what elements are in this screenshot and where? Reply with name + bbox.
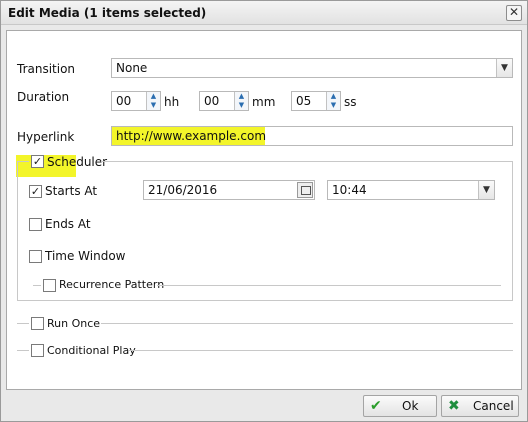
close-icon: ✕ — [508, 5, 520, 19]
start-time-select[interactable]: 10:44 ▼ — [327, 180, 495, 200]
recurrence-pattern-label: Recurrence Pattern — [59, 278, 165, 291]
scheduler-frame-left — [17, 161, 18, 301]
hyperlink-input[interactable]: http://www.example.com — [111, 126, 513, 146]
cancel-label: Cancel — [473, 399, 514, 413]
seconds-unit: ss — [344, 95, 357, 109]
start-date-value: 21/06/2016 — [148, 183, 218, 197]
title-bar[interactable]: Edit Media (1 items selected) ✕ — [1, 1, 527, 25]
scheduler-frame-bottom — [17, 300, 513, 301]
run-once-checkbox[interactable] — [31, 317, 44, 330]
transition-value: None — [116, 61, 148, 75]
ok-label: Ok — [402, 399, 419, 413]
scheduler-frame-top-right — [101, 161, 513, 162]
duration-minutes-spinner[interactable]: 00 ▲ ▼ — [199, 91, 249, 111]
conditional-play-label: Conditional Play — [47, 344, 136, 357]
recurrence-frame-right — [157, 285, 501, 286]
hyperlink-value: http://www.example.com — [116, 129, 267, 143]
minutes-spin-buttons[interactable]: ▲ ▼ — [234, 92, 248, 110]
run-once-frame-right — [101, 323, 513, 324]
run-once-frame-left — [17, 323, 29, 324]
conditional-frame-right — [128, 350, 513, 351]
ok-button[interactable]: ✔ Ok — [363, 395, 437, 417]
scheduler-checkbox[interactable]: ✓ — [31, 155, 44, 168]
transition-select[interactable]: None ▼ — [111, 58, 513, 78]
recurrence-pattern-checkbox[interactable] — [43, 279, 56, 292]
start-date-input[interactable]: 21/06/2016 — [143, 180, 315, 200]
start-time-value: 10:44 — [332, 183, 367, 197]
spin-up-icon[interactable]: ▲ — [236, 92, 247, 100]
seconds-value: 05 — [296, 94, 312, 108]
scheduler-frame-top-left — [17, 161, 29, 162]
edit-media-dialog: Edit Media (1 items selected) ✕ Transiti… — [0, 0, 528, 422]
dialog-title: Edit Media (1 items selected) — [8, 6, 207, 20]
chevron-down-icon[interactable]: ▼ — [478, 181, 494, 199]
chevron-down-icon[interactable]: ▼ — [496, 59, 512, 77]
cancel-icon: ✖ — [448, 398, 460, 414]
starts-at-checkbox[interactable]: ✓ — [29, 185, 42, 198]
duration-seconds-spinner[interactable]: 05 ▲ ▼ — [291, 91, 341, 111]
scheduler-frame-right — [512, 161, 513, 301]
hours-unit: hh — [164, 95, 180, 109]
scheduler-label: Scheduler — [47, 155, 108, 169]
ends-at-label: Ends At — [45, 217, 91, 231]
dialog-body: Transition None ▼ Duration 00 ▲ ▼ hh 00 ▲… — [6, 30, 522, 390]
ends-at-checkbox[interactable] — [29, 218, 42, 231]
starts-at-label: Starts At — [45, 184, 98, 198]
time-window-checkbox[interactable] — [29, 250, 42, 263]
duration-label: Duration — [17, 90, 70, 104]
close-button[interactable]: ✕ — [506, 5, 522, 21]
hyperlink-label: Hyperlink — [17, 130, 75, 144]
duration-hours-spinner[interactable]: 00 ▲ ▼ — [111, 91, 161, 111]
hours-value: 00 — [116, 94, 132, 108]
recurrence-frame-left — [33, 285, 41, 286]
transition-label: Transition — [17, 62, 76, 76]
minutes-value: 00 — [204, 94, 220, 108]
run-once-label: Run Once — [47, 317, 101, 330]
calendar-icon[interactable] — [297, 182, 313, 198]
spin-down-icon[interactable]: ▼ — [328, 101, 339, 109]
time-window-label: Time Window — [45, 249, 126, 263]
check-icon: ✔ — [370, 398, 382, 414]
hours-spin-buttons[interactable]: ▲ ▼ — [146, 92, 160, 110]
spin-down-icon[interactable]: ▼ — [148, 101, 159, 109]
conditional-play-checkbox[interactable] — [31, 344, 44, 357]
cancel-button[interactable]: ✖ Cancel — [441, 395, 519, 417]
spin-down-icon[interactable]: ▼ — [236, 101, 247, 109]
minutes-unit: mm — [252, 95, 276, 109]
seconds-spin-buttons[interactable]: ▲ ▼ — [326, 92, 340, 110]
conditional-frame-left — [17, 350, 29, 351]
spin-up-icon[interactable]: ▲ — [328, 92, 339, 100]
spin-up-icon[interactable]: ▲ — [148, 92, 159, 100]
